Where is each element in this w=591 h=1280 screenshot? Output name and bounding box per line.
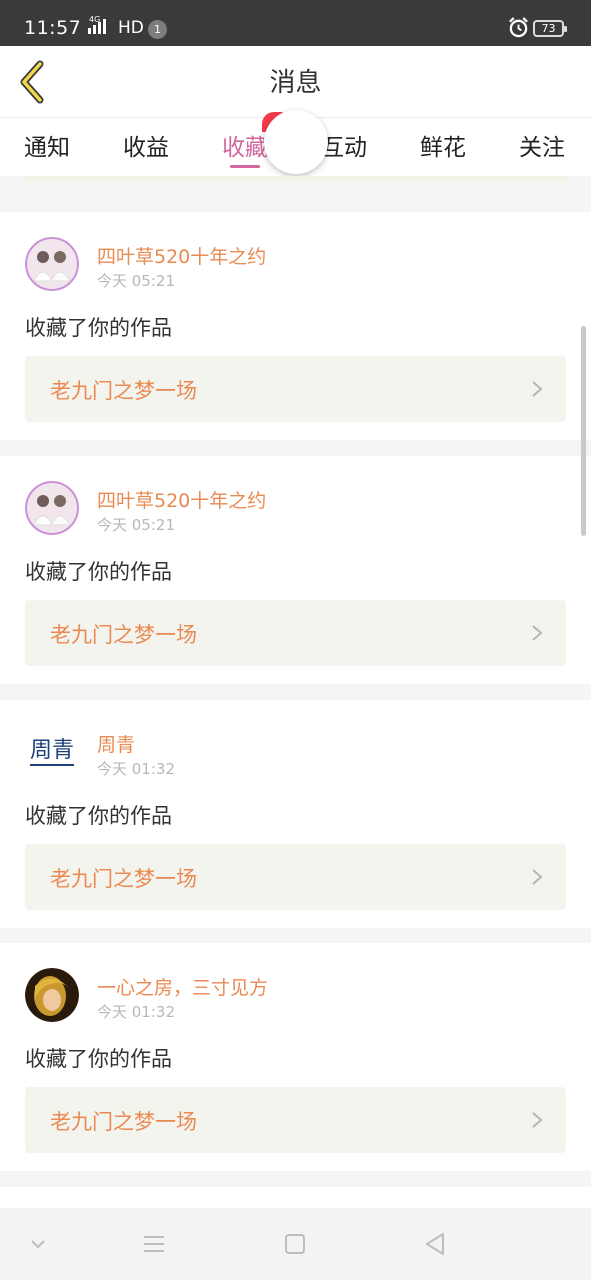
message-card: 四叶草520十年之约 今天 05:21 收藏了你的作品 老九门之梦一场 <box>0 212 591 440</box>
user-name[interactable]: 四叶草520十年之约 <box>97 242 266 269</box>
user-name[interactable]: 周青 <box>97 730 135 757</box>
message-time: 今天 05:21 <box>97 272 175 290</box>
chevron-right-icon <box>532 1112 543 1128</box>
tab-interact[interactable]: 互动 <box>321 128 367 162</box>
system-nav-bar <box>0 1208 591 1280</box>
tab-favorites[interactable]: 收藏 <box>222 128 268 162</box>
active-tab-indicator <box>230 165 260 168</box>
message-text: 收藏了你的作品 <box>25 804 172 828</box>
avatar-text: 周青 <box>29 738 74 766</box>
status-time: 11:57 <box>24 17 82 39</box>
divider <box>24 176 567 182</box>
menu-icon[interactable] <box>140 1230 168 1258</box>
chevron-right-icon <box>532 869 543 885</box>
hd-label: HD <box>118 18 144 38</box>
message-text: 收藏了你的作品 <box>25 1047 172 1071</box>
work-title: 老九门之梦一场 <box>50 1110 197 1134</box>
work-link[interactable]: 老九门之梦一场 <box>25 356 566 422</box>
signal-icon: 4G <box>88 15 106 34</box>
notification-count-badge: 1 <box>148 20 167 39</box>
tab-flowers[interactable]: 鲜花 <box>420 128 466 162</box>
message-card: 四叶草520十年之约 今天 05:21 收藏了你的作品 老九门之梦一场 <box>0 456 591 684</box>
message-card: 周青 周青 今天 01:32 收藏了你的作品 老九门之梦一场 <box>0 700 591 928</box>
message-text: 收藏了你的作品 <box>25 560 172 584</box>
alarm-icon <box>509 17 528 38</box>
message-time: 今天 01:32 <box>97 760 175 778</box>
user-name[interactable]: 一心之房，三寸见方 <box>97 973 268 1000</box>
work-title: 老九门之梦一场 <box>50 379 197 403</box>
header: 消息 <box>0 46 591 118</box>
message-card <box>0 1187 591 1208</box>
tab-notify[interactable]: 通知 <box>24 128 70 162</box>
chevron-right-icon <box>532 381 543 397</box>
user-name[interactable]: 四叶草520十年之约 <box>97 486 266 513</box>
message-time: 今天 05:21 <box>97 516 175 534</box>
work-link[interactable]: 老九门之梦一场 <box>25 600 566 666</box>
message-time: 今天 01:32 <box>97 1003 175 1021</box>
work-title: 老九门之梦一场 <box>50 623 197 647</box>
battery-icon: 73 <box>533 20 567 37</box>
chevron-down-icon[interactable] <box>24 1230 52 1258</box>
work-title: 老九门之梦一场 <box>50 867 197 891</box>
avatar[interactable] <box>25 481 79 535</box>
scrollbar[interactable] <box>581 326 586 536</box>
message-card: 一心之房，三寸见方 今天 01:32 收藏了你的作品 老九门之梦一场 <box>0 943 591 1171</box>
page-title: 消息 <box>269 68 322 98</box>
home-icon[interactable] <box>281 1230 309 1258</box>
network-type: 4G <box>89 15 101 24</box>
chevron-right-icon <box>532 625 543 641</box>
tab-follow[interactable]: 关注 <box>519 128 565 162</box>
avatar[interactable] <box>25 968 79 1022</box>
message-text: 收藏了你的作品 <box>25 316 172 340</box>
work-link[interactable]: 老九门之梦一场 <box>25 844 566 910</box>
status-bar: 11:57 4G HD 1 73 <box>0 0 591 46</box>
floating-action-button[interactable] <box>264 110 328 174</box>
avatar[interactable]: 周青 <box>25 725 79 779</box>
tab-earnings[interactable]: 收益 <box>123 128 169 162</box>
work-link[interactable]: 老九门之梦一场 <box>25 1087 566 1153</box>
avatar[interactable] <box>25 237 79 291</box>
back-icon[interactable] <box>421 1230 449 1258</box>
